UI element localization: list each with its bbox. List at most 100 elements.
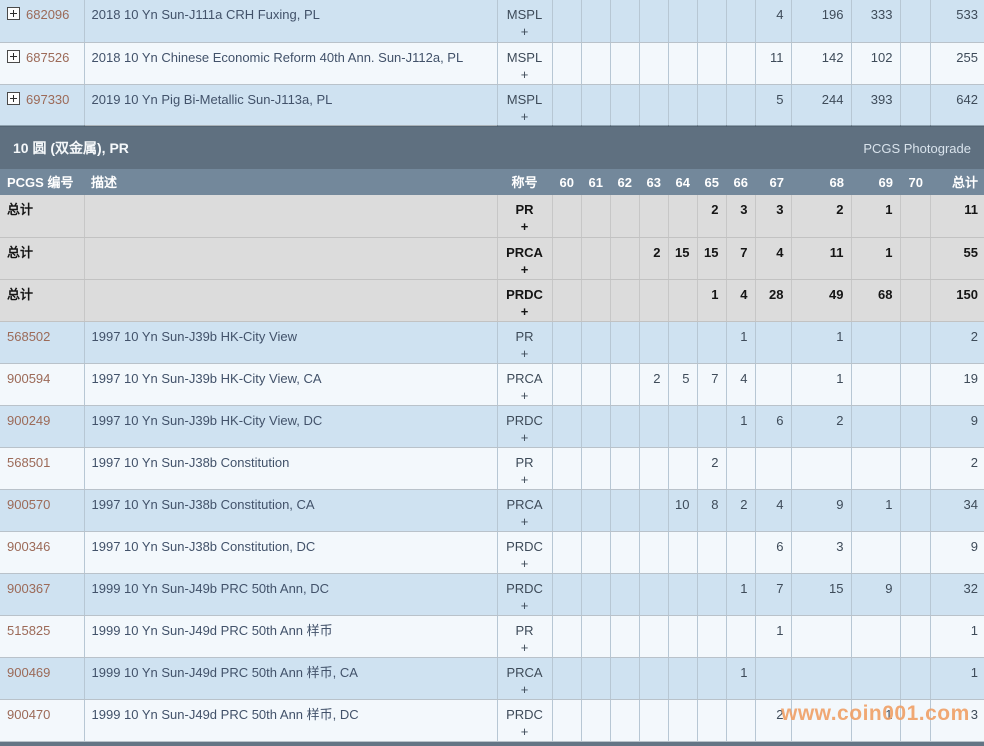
grade-count-60 xyxy=(552,447,581,489)
designation-cell: PRDC+ xyxy=(497,279,552,321)
header-grade-66: 66 xyxy=(726,169,755,195)
section-header-band: 10 圆 (双金属), PR PCGS Photograde xyxy=(0,126,984,169)
summary-row: 总计 PRCA+ 2 15 15 7 4 11 1 55 xyxy=(0,237,984,279)
summary-row: 总计 PRDC+ 1 4 28 49 68 150 xyxy=(0,279,984,321)
grade-count-66: 2 xyxy=(726,489,755,531)
pcgs-number-link[interactable]: 682096 xyxy=(26,7,69,22)
section-title: 10 圆 (双金属), PR xyxy=(13,140,129,157)
table-row: 900469 1999 10 Yn Sun-J49d PRC 50th Ann … xyxy=(0,657,984,699)
grade-count-70 xyxy=(900,699,930,741)
next-section-edge xyxy=(0,742,984,746)
pcgs-number-link[interactable]: 900470 xyxy=(7,707,50,722)
grade-count-60 xyxy=(552,699,581,741)
grade-count-61 xyxy=(581,363,610,405)
grade-count-66: 1 xyxy=(726,573,755,615)
grade-count-64 xyxy=(668,447,697,489)
grade-count-64 xyxy=(668,615,697,657)
pcgs-number-cell: 900346 xyxy=(0,531,84,573)
coin-description: 1999 10 Yn Sun-J49d PRC 50th Ann 样币, CA xyxy=(84,657,497,699)
grade-count-64 xyxy=(668,42,697,84)
pcgs-number-link[interactable]: 515825 xyxy=(7,623,50,638)
designation-cell: PRDC+ xyxy=(497,531,552,573)
grade-count-62 xyxy=(610,237,639,279)
grade-count-64 xyxy=(668,84,697,126)
grade-count-68 xyxy=(791,615,851,657)
designation-cell: PRCA+ xyxy=(497,489,552,531)
grade-count-61 xyxy=(581,279,610,321)
grade-count-66 xyxy=(726,42,755,84)
designation-plus: + xyxy=(500,261,550,278)
grade-count-68: 1 xyxy=(791,363,851,405)
designation-plus: + xyxy=(500,345,550,362)
designation-cell: PR+ xyxy=(497,615,552,657)
pcgs-number-cell: 515825 xyxy=(0,615,84,657)
grade-count-68: 244 xyxy=(791,84,851,126)
grade-count-65 xyxy=(697,405,726,447)
coin-description xyxy=(84,237,497,279)
coin-description: 1997 10 Yn Sun-J39b HK-City View, DC xyxy=(84,405,497,447)
grade-count-63 xyxy=(639,0,668,42)
grade-count-67: 6 xyxy=(755,405,791,447)
grade-count-69: 333 xyxy=(851,0,900,42)
grade-count-62 xyxy=(610,321,639,363)
grade-count-62 xyxy=(610,657,639,699)
total-count: 2 xyxy=(930,447,984,489)
grade-count-69 xyxy=(851,531,900,573)
grade-count-66 xyxy=(726,531,755,573)
designation-cell: PR+ xyxy=(497,447,552,489)
photograde-link[interactable]: PCGS Photograde xyxy=(863,140,971,157)
grade-count-64 xyxy=(668,195,697,237)
pcgs-number-link[interactable]: 900469 xyxy=(7,665,50,680)
header-grade-60: 60 xyxy=(552,169,581,195)
pcgs-number-link[interactable]: 687526 xyxy=(26,50,69,65)
header-pcgs-no: PCGS 编号 xyxy=(0,169,84,195)
population-report-page: 682096 2018 10 Yn Sun-J111a CRH Fuxing, … xyxy=(0,0,984,746)
grade-count-60 xyxy=(552,531,581,573)
expand-icon[interactable] xyxy=(7,92,20,105)
pcgs-number-link[interactable]: 900570 xyxy=(7,497,50,512)
designation-cell: PRDC+ xyxy=(497,573,552,615)
header-grade-70: 70 xyxy=(900,169,930,195)
grade-count-60 xyxy=(552,573,581,615)
designation-cell: PRCA+ xyxy=(497,657,552,699)
coin-description: 1997 10 Yn Sun-J38b Constitution, DC xyxy=(84,531,497,573)
designation-label: PR xyxy=(500,201,550,218)
total-count: 1 xyxy=(930,615,984,657)
grade-count-61 xyxy=(581,447,610,489)
coin-description: 1997 10 Yn Sun-J38b Constitution, CA xyxy=(84,489,497,531)
pcgs-number-link[interactable]: 900346 xyxy=(7,539,50,554)
designation-label: PRDC xyxy=(500,706,550,723)
expand-icon[interactable] xyxy=(7,50,20,63)
designation-cell: PRCA+ xyxy=(497,237,552,279)
grade-count-70 xyxy=(900,573,930,615)
pcgs-number-link[interactable]: 568501 xyxy=(7,455,50,470)
grade-count-60 xyxy=(552,195,581,237)
grade-count-61 xyxy=(581,84,610,126)
summary-row: 总计 PR+ 2 3 3 2 1 11 xyxy=(0,195,984,237)
grade-count-70 xyxy=(900,195,930,237)
grade-count-64 xyxy=(668,279,697,321)
pcgs-number-cell: 568501 xyxy=(0,447,84,489)
grade-count-65 xyxy=(697,321,726,363)
grade-count-69: 102 xyxy=(851,42,900,84)
designation-cell: PRDC+ xyxy=(497,405,552,447)
grade-count-66 xyxy=(726,447,755,489)
grade-count-69: 68 xyxy=(851,279,900,321)
grade-count-61 xyxy=(581,615,610,657)
expand-icon[interactable] xyxy=(7,7,20,20)
pcgs-number-link[interactable]: 568502 xyxy=(7,329,50,344)
pcgs-number-link[interactable]: 900367 xyxy=(7,581,50,596)
pcgs-number-link[interactable]: 900594 xyxy=(7,371,50,386)
pcgs-number-link[interactable]: 900249 xyxy=(7,413,50,428)
grade-count-69 xyxy=(851,615,900,657)
designation-plus: + xyxy=(500,471,550,488)
grade-count-62 xyxy=(610,447,639,489)
table-row: 568501 1997 10 Yn Sun-J38b Constitution … xyxy=(0,447,984,489)
pcgs-number-cell: 900594 xyxy=(0,363,84,405)
grade-count-62 xyxy=(610,615,639,657)
grade-count-67: 4 xyxy=(755,489,791,531)
pcgs-number-link[interactable]: 697330 xyxy=(26,92,69,107)
coin-description xyxy=(84,279,497,321)
designation-plus: + xyxy=(500,681,550,698)
grade-count-60 xyxy=(552,279,581,321)
